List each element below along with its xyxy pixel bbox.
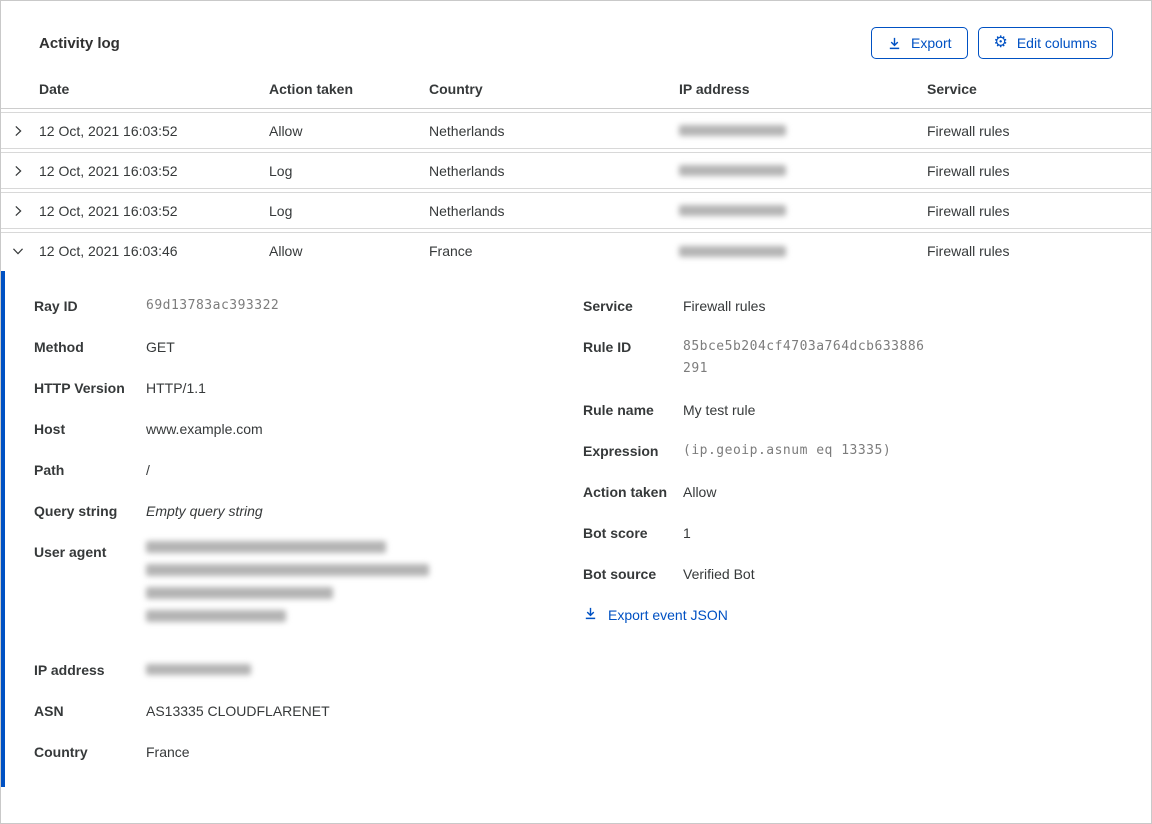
table-row[interactable]: 12 Oct, 2021 16:03:52 Log Netherlands Fi… bbox=[1, 192, 1151, 229]
field-service: Service Firewall rules bbox=[583, 298, 766, 314]
cell-date: 12 Oct, 2021 16:03:52 bbox=[39, 202, 178, 219]
ip-address-redacted bbox=[146, 659, 251, 681]
chevron-right-icon[interactable] bbox=[1, 204, 39, 218]
field-asn: ASN AS13335 CLOUDFLARENET bbox=[34, 703, 330, 719]
download-icon bbox=[583, 606, 598, 624]
cell-country: Netherlands bbox=[429, 202, 505, 219]
field-user-agent: User agent bbox=[34, 541, 583, 633]
column-header-country: Country bbox=[429, 81, 483, 97]
export-button-label: Export bbox=[911, 35, 952, 51]
toolbar-actions: Export ⚙ Edit columns bbox=[871, 27, 1113, 59]
cell-ip-address-redacted bbox=[679, 245, 927, 257]
cell-action-taken: Allow bbox=[269, 243, 303, 259]
field-rule-name: Rule name My test rule bbox=[583, 402, 756, 418]
chevron-right-icon[interactable] bbox=[1, 164, 39, 178]
export-event-json-link[interactable]: Export event JSON bbox=[583, 606, 728, 624]
page-title: Activity log bbox=[39, 34, 120, 52]
cell-date: 12 Oct, 2021 16:03:52 bbox=[39, 162, 178, 179]
field-bot-source: Bot source Verified Bot bbox=[583, 566, 755, 582]
column-header-ip-address: IP address bbox=[679, 81, 750, 97]
chevron-right-icon[interactable] bbox=[1, 124, 39, 138]
table-row-expanded[interactable]: 12 Oct, 2021 16:03:46 Allow France Firew… bbox=[1, 232, 1151, 269]
field-ip-address: IP address bbox=[34, 659, 583, 681]
cell-service: Firewall rules bbox=[927, 122, 1010, 139]
field-host: Host www.example.com bbox=[34, 421, 263, 437]
download-icon bbox=[887, 36, 902, 51]
cell-service: Firewall rules bbox=[927, 202, 1010, 219]
gear-icon: ⚙ bbox=[993, 34, 1008, 51]
user-agent-redacted bbox=[146, 541, 429, 633]
column-header-action-taken: Action taken bbox=[269, 81, 354, 97]
cell-action-taken: Log bbox=[269, 162, 293, 179]
table-header: Date Action taken Country IP address Ser… bbox=[1, 81, 1151, 109]
field-http-version: HTTP Version HTTP/1.1 bbox=[34, 380, 206, 396]
cell-service: Firewall rules bbox=[927, 162, 1010, 179]
cell-ip-address-redacted bbox=[679, 205, 927, 216]
cell-ip-address-redacted bbox=[679, 125, 927, 136]
cell-action-taken: Allow bbox=[269, 122, 303, 139]
cell-country: Netherlands bbox=[429, 122, 505, 139]
export-event-json-label: Export event JSON bbox=[608, 607, 728, 623]
cell-date: 12 Oct, 2021 16:03:52 bbox=[39, 122, 178, 139]
field-query-string: Query string Empty query string bbox=[34, 503, 263, 519]
column-header-service: Service bbox=[927, 81, 977, 97]
cell-country: Netherlands bbox=[429, 162, 505, 179]
cell-action-taken: Log bbox=[269, 202, 293, 219]
field-method: Method GET bbox=[34, 339, 175, 355]
field-country: Country France bbox=[34, 744, 190, 760]
field-rule-id: Rule ID 85bce5b204cf4703a764dcb633886291 bbox=[583, 339, 925, 376]
chevron-down-icon[interactable] bbox=[1, 244, 39, 258]
column-header-date: Date bbox=[39, 81, 70, 97]
event-detail-panel: Ray ID 69d13783ac393322 Method GET HTTP … bbox=[1, 271, 1151, 787]
detail-left-column: Ray ID 69d13783ac393322 Method GET HTTP … bbox=[34, 295, 583, 787]
field-path: Path / bbox=[34, 462, 150, 478]
field-bot-score: Bot score 1 bbox=[583, 525, 691, 541]
cell-ip-address-redacted bbox=[679, 165, 927, 176]
topbar: Activity log Export ⚙ Edit columns bbox=[1, 1, 1151, 59]
cell-date: 12 Oct, 2021 16:03:46 bbox=[39, 243, 178, 259]
activity-log-panel: Activity log Export ⚙ Edit columns Date … bbox=[0, 0, 1152, 824]
field-action-taken: Action taken Allow bbox=[583, 484, 717, 500]
edit-columns-button[interactable]: ⚙ Edit columns bbox=[977, 27, 1113, 59]
cell-service: Firewall rules bbox=[927, 243, 1010, 259]
export-button[interactable]: Export bbox=[871, 27, 968, 59]
cell-country: France bbox=[429, 243, 473, 259]
edit-columns-button-label: Edit columns bbox=[1016, 35, 1097, 51]
detail-right-column: Service Firewall rules Rule ID 85bce5b20… bbox=[583, 295, 1121, 787]
field-ray-id: Ray ID 69d13783ac393322 bbox=[34, 298, 280, 314]
table-row[interactable]: 12 Oct, 2021 16:03:52 Log Netherlands Fi… bbox=[1, 152, 1151, 189]
table-row[interactable]: 12 Oct, 2021 16:03:52 Allow Netherlands … bbox=[1, 112, 1151, 149]
field-expression: Expression (ip.geoip.asnum eq 13335) bbox=[583, 443, 892, 459]
